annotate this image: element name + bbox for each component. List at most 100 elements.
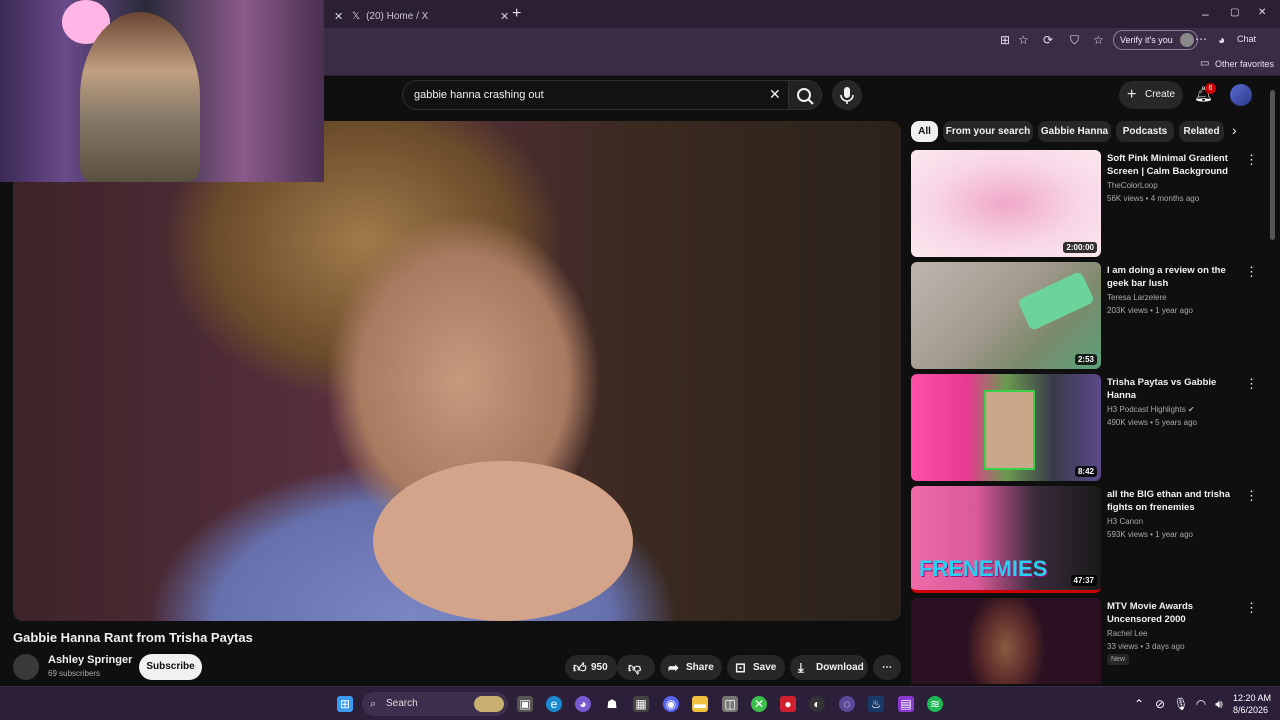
wifi-icon[interactable]: ◠ xyxy=(1193,696,1209,712)
video-thumbnail[interactable]: 2:53 xyxy=(911,262,1101,369)
subscribe-button[interactable]: Subscribe xyxy=(139,654,202,680)
tab-youtube[interactable]: ✕ xyxy=(324,4,343,28)
copilot-icon[interactable]: ◕ xyxy=(575,696,591,712)
related-video-title[interactable]: I am doing a review on the geek bar lush xyxy=(1107,264,1243,290)
video-thumbnail[interactable]: 2:00:00 xyxy=(911,150,1101,257)
copilot-icon[interactable]: ◕ xyxy=(1218,33,1225,47)
favorites-icon[interactable]: ☆ xyxy=(1093,33,1104,47)
twitch-icon[interactable]: ▤ xyxy=(898,696,914,712)
related-video-item[interactable]: MTV Movie Awards Uncensored 2000 Rachel … xyxy=(911,598,1271,684)
page-scrollbar[interactable] xyxy=(1270,90,1275,240)
close-tab-icon[interactable]: ✕ xyxy=(334,10,343,23)
chip-related[interactable]: Related xyxy=(1179,121,1224,142)
more-actions-button[interactable]: ⋯ xyxy=(873,655,901,680)
obs-icon[interactable]: ◐ xyxy=(809,696,825,712)
search-highlight-icon xyxy=(474,696,504,712)
steam-icon[interactable]: ♨ xyxy=(868,696,884,712)
chat-app-icon[interactable]: ◌ xyxy=(839,696,855,712)
profile-verify-button[interactable]: Verify it's you xyxy=(1113,30,1198,50)
related-video-item[interactable]: 2:53 I am doing a review on the geek bar… xyxy=(911,262,1271,370)
microphone-icon[interactable]: 🎙︎ xyxy=(1173,696,1189,712)
edge-browser-icon[interactable]: e xyxy=(546,696,562,712)
dislike-button[interactable]: 👎︎ xyxy=(617,655,655,680)
store-icon[interactable]: ▦ xyxy=(633,696,649,712)
profile-avatar xyxy=(1179,33,1194,47)
chip-all[interactable]: All xyxy=(911,121,938,142)
discord-icon[interactable]: ◉ xyxy=(663,696,679,712)
new-tab-button[interactable]: + xyxy=(512,5,521,23)
network-off-icon[interactable]: ⊘ xyxy=(1152,696,1168,712)
close-window-button[interactable]: ✕ xyxy=(1258,7,1266,18)
webcam-overlay xyxy=(0,0,324,182)
clear-search-icon[interactable]: ✕ xyxy=(769,86,781,103)
related-video-channel[interactable]: H3 Podcast Highlights ✔ xyxy=(1107,405,1195,414)
video-thumbnail[interactable]: FRENEMIES 47:37 xyxy=(911,486,1101,593)
related-video-title[interactable]: all the BIG ethan and trisha fights on f… xyxy=(1107,488,1243,514)
save-button[interactable]: ⊡ Save xyxy=(727,655,785,680)
related-video-item[interactable]: 8:42 Trisha Paytas vs Gabbie Hanna H3 Po… xyxy=(911,374,1271,482)
channel-name[interactable]: Ashley Springer xyxy=(48,654,132,666)
windows-start-icon[interactable]: ⊞ xyxy=(337,696,353,712)
file-explorer-icon[interactable]: ▬ xyxy=(692,696,708,712)
share-icon: ➦ xyxy=(668,660,679,675)
tab-x-home[interactable]: 𝕏 (20) Home / X ✕ xyxy=(352,4,509,28)
chip-from-your-search[interactable]: From your search xyxy=(943,121,1033,142)
more-vertical-icon[interactable]: ⋮ xyxy=(1245,376,1258,392)
related-video-meta: 56K views • 4 months ago xyxy=(1107,194,1200,203)
video-thumbnail[interactable]: 8:42 xyxy=(911,374,1101,481)
account-avatar[interactable] xyxy=(1230,84,1252,106)
game-app-icon[interactable]: ◫ xyxy=(722,696,738,712)
chat-button[interactable]: Chat xyxy=(1237,34,1256,44)
more-vertical-icon[interactable]: ⋮ xyxy=(1245,152,1258,168)
app-icon[interactable]: ⊞ xyxy=(1000,33,1010,47)
spotify-icon[interactable]: ≋ xyxy=(927,696,943,712)
video-player[interactable] xyxy=(13,121,901,621)
search-button[interactable] xyxy=(788,80,822,110)
minimize-button[interactable]: – xyxy=(1202,7,1209,21)
chevron-up-icon[interactable]: ⌃ xyxy=(1131,696,1147,712)
related-video-title[interactable]: Soft Pink Minimal Gradient Screen | Calm… xyxy=(1107,152,1243,179)
streamer-image xyxy=(80,12,200,182)
download-button[interactable]: ⤓ Download xyxy=(790,655,868,680)
related-video-item[interactable]: FRENEMIES 47:37 all the BIG ethan and tr… xyxy=(911,486,1271,594)
related-video-title[interactable]: MTV Movie Awards Uncensored 2000 xyxy=(1107,600,1243,626)
taskbar-search[interactable]: ⌕ Search xyxy=(362,692,508,716)
more-vertical-icon[interactable]: ⋮ xyxy=(1245,264,1258,280)
search-input[interactable]: gabbie hanna crashing out xyxy=(402,80,790,110)
video-thumbnail[interactable] xyxy=(911,598,1101,684)
related-video-channel[interactable]: TheColorLoop xyxy=(1107,181,1158,190)
volume-icon[interactable]: 🔊︎ xyxy=(1211,696,1227,712)
frenemies-logo-text: FRENEMIES xyxy=(919,556,1048,581)
more-vertical-icon[interactable]: ⋮ xyxy=(1245,600,1258,616)
like-button[interactable]: 👍︎ 950 xyxy=(565,655,617,680)
share-button[interactable]: ➦ Share xyxy=(660,655,722,680)
task-view-icon[interactable]: ▣ xyxy=(517,696,533,712)
subscriber-count: 69 subscribers xyxy=(48,669,101,678)
alien-app-icon[interactable]: ☗ xyxy=(604,696,620,712)
related-video-channel[interactable]: Rachel Lee xyxy=(1107,629,1147,638)
chip-gabbie-hanna[interactable]: Gabbie Hanna xyxy=(1038,121,1111,142)
other-favorites-link[interactable]: Other favorites xyxy=(1215,59,1274,69)
voice-search-button[interactable] xyxy=(832,80,862,110)
xbox-icon[interactable]: ✕ xyxy=(751,696,767,712)
channel-avatar[interactable] xyxy=(13,654,39,680)
more-vertical-icon[interactable]: ⋮ xyxy=(1245,488,1258,504)
related-video-channel[interactable]: Teresa Larzelere xyxy=(1107,293,1167,302)
related-video-channel[interactable]: H3 Canon xyxy=(1107,517,1143,526)
recording-app-icon[interactable]: ● xyxy=(780,696,796,712)
close-tab-icon[interactable]: ✕ xyxy=(500,10,509,23)
more-options-icon[interactable]: ⋯ xyxy=(1195,32,1207,46)
related-video-title[interactable]: Trisha Paytas vs Gabbie Hanna xyxy=(1107,376,1243,402)
extension-icon[interactable]: ⟳ xyxy=(1043,33,1053,47)
related-video-meta: 593K views • 1 year ago xyxy=(1107,530,1193,539)
chevron-right-icon[interactable]: › xyxy=(1232,122,1237,138)
shield-icon[interactable]: ⛉ xyxy=(1070,33,1079,48)
create-button[interactable]: + Create xyxy=(1119,81,1183,109)
chip-podcasts[interactable]: Podcasts xyxy=(1116,121,1174,142)
related-video-item[interactable]: 2:00:00 Soft Pink Minimal Gradient Scree… xyxy=(911,150,1271,258)
favorite-star-icon[interactable]: ☆ xyxy=(1018,33,1029,47)
clock-date[interactable]: 8/6/2026 xyxy=(1233,705,1268,715)
new-badge: New xyxy=(1107,654,1130,665)
clock-time[interactable]: 12:20 AM xyxy=(1233,693,1271,703)
maximize-button[interactable]: ▢ xyxy=(1230,7,1239,18)
